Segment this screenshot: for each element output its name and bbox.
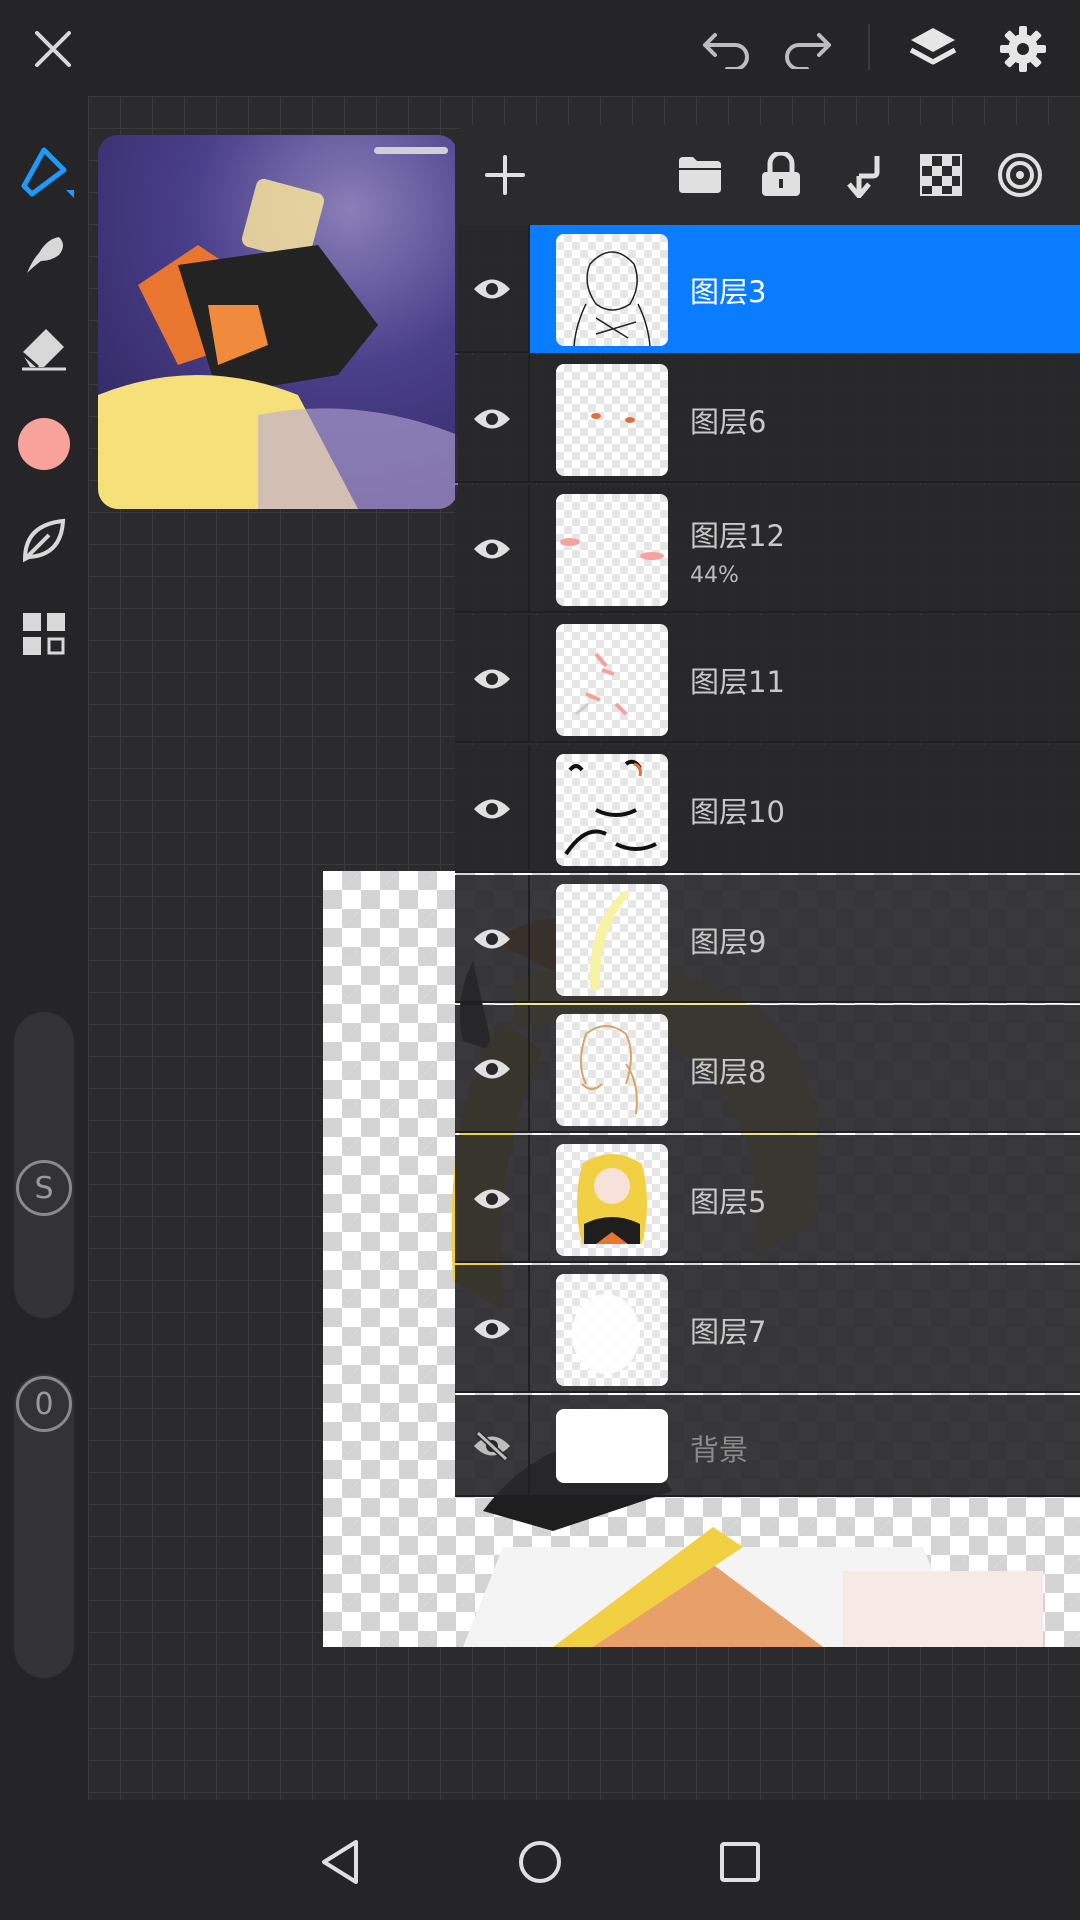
layer-opacity: 44% <box>690 563 739 588</box>
close-icon[interactable] <box>22 18 84 80</box>
reference-image-window[interactable] <box>98 135 458 509</box>
layer-thumbnail <box>556 494 668 606</box>
reference-image <box>98 178 458 509</box>
layer-thumbnail <box>556 1144 668 1256</box>
redo-icon[interactable] <box>776 18 838 80</box>
navigation-bar <box>0 1800 1080 1920</box>
drag-handle[interactable] <box>374 147 448 154</box>
visibility-icon[interactable] <box>455 485 530 613</box>
top-bar <box>0 0 1080 96</box>
layer-thumbnail <box>556 1274 668 1386</box>
layer-name: 图层8 <box>690 1055 767 1089</box>
settings-icon[interactable] <box>992 18 1054 80</box>
layer-row[interactable]: 图层7 <box>455 1265 1080 1393</box>
layer-name: 图层7 <box>690 1315 767 1349</box>
layer-thumbnail <box>556 754 668 866</box>
pen-icon[interactable] <box>10 138 78 206</box>
layer-thumbnail <box>556 624 668 736</box>
layer-name: 图层10 <box>690 795 785 829</box>
smudge-icon[interactable] <box>10 220 78 288</box>
checker-icon[interactable] <box>913 147 969 203</box>
merge-down-icon[interactable] <box>835 147 891 203</box>
layer-name: 图层3 <box>690 275 767 309</box>
lock-icon[interactable] <box>753 147 809 203</box>
layers-icon[interactable] <box>902 18 964 80</box>
layer-name: 图层11 <box>690 665 785 699</box>
color-swatch[interactable] <box>10 410 78 478</box>
layer-panel-toolbar <box>455 125 1080 225</box>
brush-size-knob[interactable]: S <box>16 1160 72 1216</box>
folder-icon[interactable] <box>672 147 728 203</box>
visibility-icon[interactable] <box>455 1005 530 1133</box>
visibility-icon[interactable] <box>455 615 530 743</box>
visibility-icon[interactable] <box>455 1135 530 1263</box>
layer-thumbnail <box>556 234 668 346</box>
recents-icon[interactable] <box>708 1830 772 1894</box>
undo-icon[interactable] <box>696 18 758 80</box>
visibility-off-icon[interactable] <box>455 1395 530 1497</box>
layer-row[interactable]: 图层5 <box>455 1135 1080 1263</box>
layer-row[interactable]: 图层11 <box>455 615 1080 743</box>
layer-thumbnail <box>556 1014 668 1126</box>
home-icon[interactable] <box>508 1830 572 1894</box>
layer-thumbnail <box>556 884 668 996</box>
layer-name: 图层5 <box>690 1185 767 1219</box>
layer-thumbnail <box>556 364 668 476</box>
visibility-icon[interactable] <box>455 1265 530 1393</box>
left-toolbar: S 0 <box>0 96 88 1800</box>
opacity-knob[interactable]: 0 <box>16 1376 72 1432</box>
target-icon[interactable] <box>992 147 1048 203</box>
layer-row[interactable]: 图层9 <box>455 875 1080 1003</box>
layer-row[interactable]: 图层10 <box>455 745 1080 873</box>
layer-row[interactable]: 图层3 <box>455 225 1080 353</box>
layer-panel: 图层3 图层6 图层12 44% 图层11 图层10 图层9 图层8 图层5 图… <box>455 125 1080 1497</box>
layer-name: 图层9 <box>690 925 767 959</box>
visibility-icon[interactable] <box>455 745 530 873</box>
add-icon[interactable] <box>477 147 533 203</box>
grid-icon[interactable] <box>10 600 78 668</box>
layer-row[interactable]: 背景 <box>455 1395 1080 1497</box>
layer-name: 背景 <box>690 1433 749 1467</box>
layer-name: 图层12 <box>690 519 785 553</box>
toolbar-divider <box>868 24 870 70</box>
back-icon[interactable] <box>308 1830 372 1894</box>
layer-name: 图层6 <box>690 405 767 439</box>
visibility-icon[interactable] <box>455 355 530 483</box>
layer-row[interactable]: 图层8 <box>455 1005 1080 1133</box>
layer-row[interactable]: 图层12 44% <box>455 485 1080 613</box>
eraser-icon[interactable] <box>10 314 78 382</box>
layer-thumbnail <box>556 1409 668 1483</box>
leaf-icon[interactable] <box>10 506 78 574</box>
layer-row[interactable]: 图层6 <box>455 355 1080 483</box>
visibility-icon[interactable] <box>455 875 530 1003</box>
visibility-icon[interactable] <box>455 225 530 353</box>
